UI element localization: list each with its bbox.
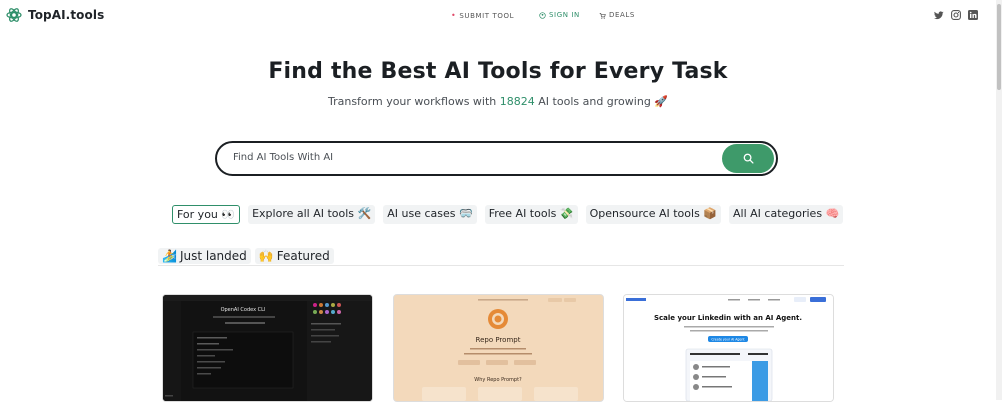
tabs-divider (158, 265, 844, 266)
sign-in-link[interactable]: SIGN IN (539, 11, 580, 19)
twitter-icon[interactable] (934, 10, 944, 20)
chip-all-categories[interactable]: All AI categories 🧠 (729, 205, 844, 224)
card-title: Scale your Linkedin with an AI Agent. (654, 314, 802, 322)
listing-tabs: 🏄 Just landed 🙌 Featured (158, 248, 334, 264)
surfer-icon: 🏄 (162, 249, 177, 263)
page-scrollbar[interactable] (996, 0, 1002, 400)
social-links (934, 10, 978, 20)
card-subtitle: Why Repo Prompt? (474, 377, 522, 383)
logo[interactable]: TopAI.tools (6, 7, 104, 23)
tool-screenshot: OpenAI Codex CLI (163, 295, 372, 401)
deals-link[interactable]: DEALS (599, 11, 635, 19)
pin-icon: • (451, 11, 457, 20)
scrollbar-thumb[interactable] (997, 4, 1001, 90)
deals-label: DEALS (609, 11, 635, 19)
tab-featured[interactable]: 🙌 Featured (254, 248, 334, 264)
tab-just-landed[interactable]: 🏄 Just landed (158, 248, 251, 264)
top-navigation: TopAI.tools • SUBMIT TOOL SIGN IN DEALS (0, 0, 996, 32)
chip-use-cases[interactable]: AI use cases 🥽 (383, 205, 477, 224)
chip-for-you[interactable]: For you 👀 (172, 205, 241, 224)
subtitle-prefix: Transform your workflows with (327, 95, 497, 108)
card-cta: Create your AI Agent (711, 338, 745, 342)
tool-count: 18824 (499, 95, 535, 108)
logo-icon (6, 8, 22, 22)
tool-card[interactable]: OpenAI Codex CLI (162, 294, 373, 402)
chip-opensource[interactable]: Opensource AI tools 📦 (585, 205, 721, 224)
tab-label: Featured (276, 249, 330, 263)
search-button[interactable] (722, 144, 774, 173)
sign-in-label: SIGN IN (549, 11, 580, 19)
card-title: OpenAI Codex CLI (221, 307, 266, 313)
card-title: Repo Prompt (476, 336, 521, 344)
user-circle-icon (539, 11, 546, 19)
linkedin-icon[interactable] (968, 10, 978, 20)
search-input[interactable] (231, 151, 715, 164)
instagram-icon[interactable] (951, 10, 961, 20)
rocket-icon: 🚀 (654, 95, 668, 108)
hero-subtitle: Transform your workflows with 18824 AI t… (0, 95, 996, 108)
tool-card[interactable]: Repo Prompt Why Repo Prompt? (393, 294, 604, 402)
raised-hands-icon: 🙌 (258, 249, 274, 263)
tool-card[interactable]: Scale your Linkedin with an AI Agent. Cr… (623, 294, 834, 402)
subtitle-suffix: AI tools and growing (538, 95, 651, 108)
tool-screenshot: Repo Prompt Why Repo Prompt? (394, 295, 603, 401)
submit-tool-label: SUBMIT TOOL (459, 11, 515, 20)
category-chips: For you 👀 Explore all AI tools 🛠️ AI use… (172, 205, 844, 224)
search-icon (743, 153, 754, 164)
tool-screenshot: Scale your Linkedin with an AI Agent. Cr… (624, 295, 833, 401)
submit-tool-link[interactable]: • SUBMIT TOOL (451, 11, 514, 20)
chip-explore-all[interactable]: Explore all AI tools 🛠️ (248, 205, 376, 224)
cart-icon (599, 12, 606, 19)
chip-free-tools[interactable]: Free AI tools 💸 (484, 205, 578, 224)
tab-label: Just landed (179, 249, 247, 263)
page-title: Find the Best AI Tools for Every Task (268, 59, 728, 84)
logo-text: TopAI.tools (28, 8, 105, 22)
search-bar (215, 141, 778, 176)
